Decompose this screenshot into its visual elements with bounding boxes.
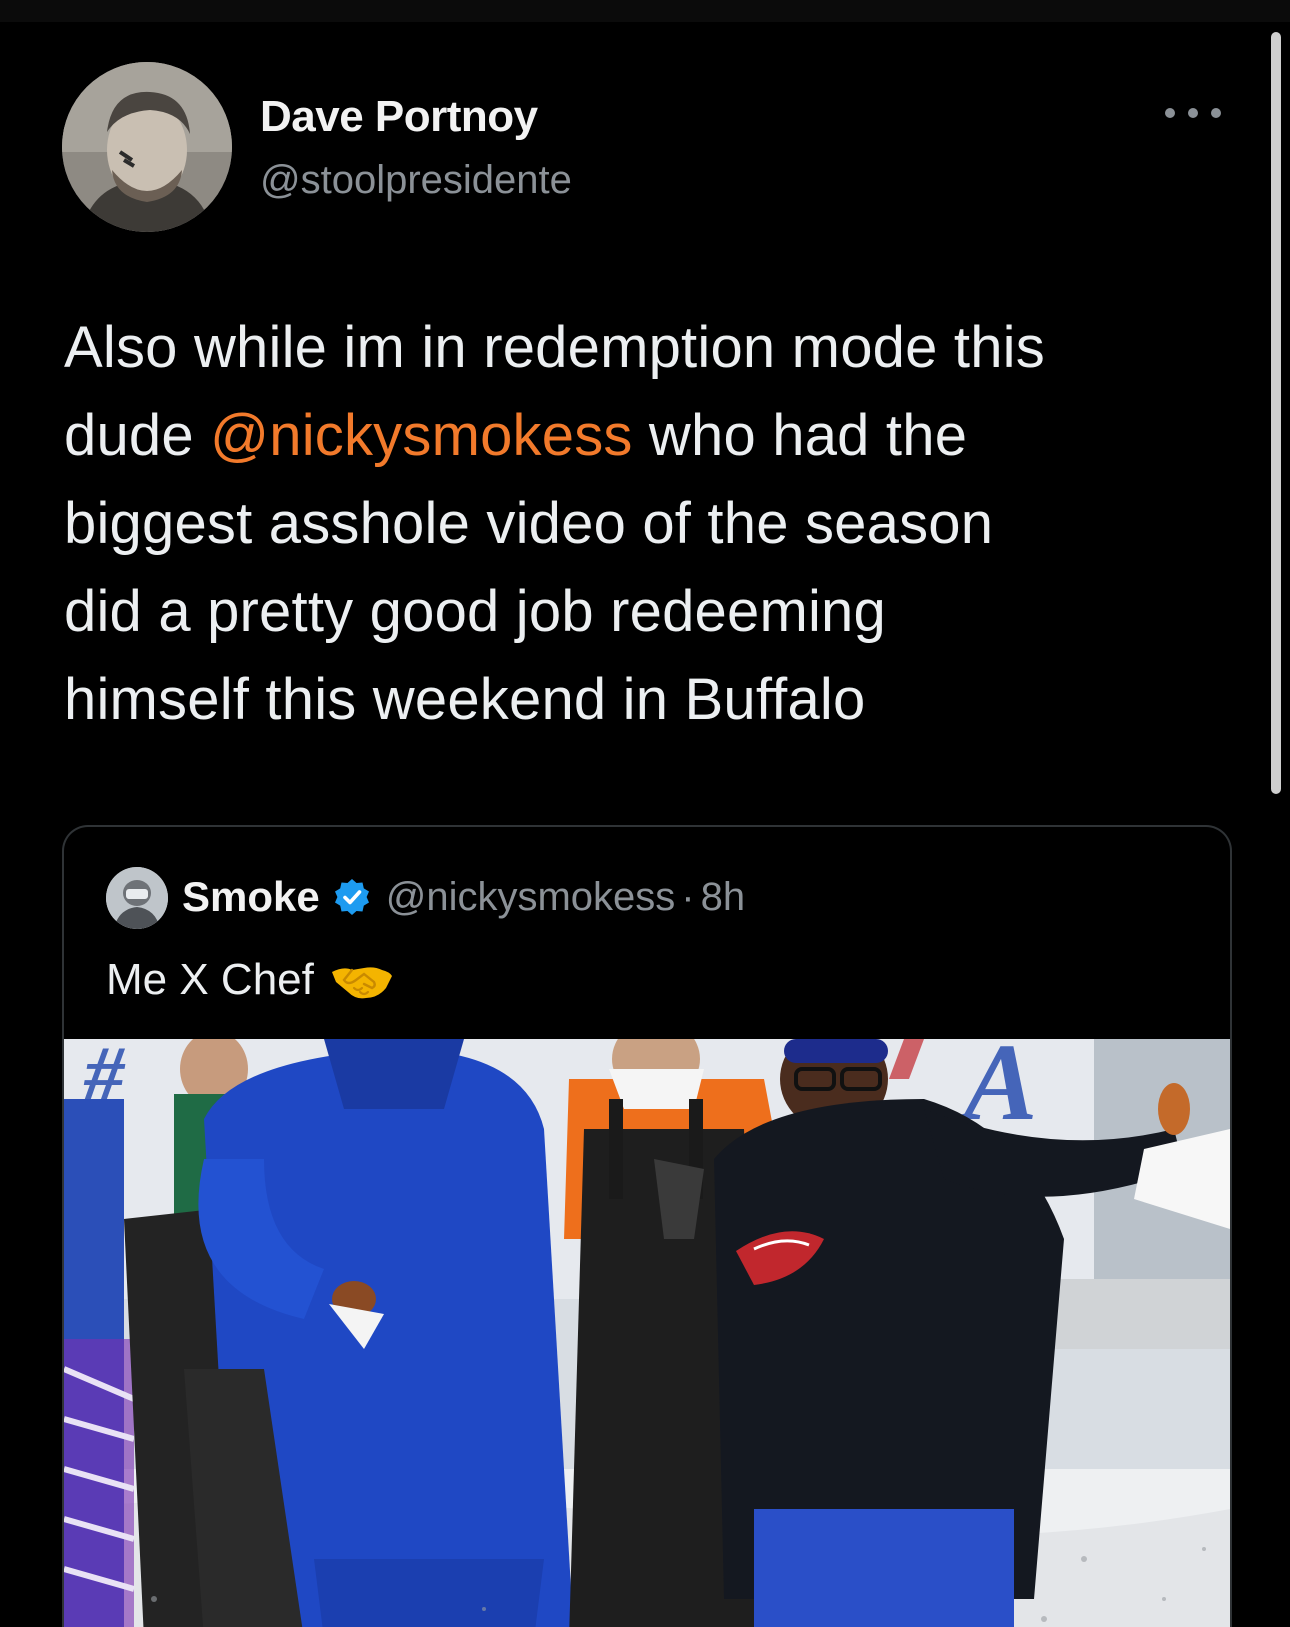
tweet-line: did a pretty good job redeeming: [64, 579, 886, 644]
author-handle[interactable]: @stoolpresidente: [260, 158, 572, 203]
handshake-icon: [330, 958, 394, 1002]
tweet-line-text: dude: [64, 403, 211, 468]
separator-dot: ·: [681, 874, 695, 919]
quoted-author-name[interactable]: Smoke: [182, 873, 320, 921]
quoted-author-avatar[interactable]: [106, 867, 168, 929]
tweet-text: Also while im in redemption mode this du…: [64, 304, 1234, 744]
quoted-tweet-header: Smoke @nickysmokess · 8h: [182, 873, 745, 921]
quoted-tweet-card[interactable]: Smoke @nickysmokess · 8h Me X Chef # A: [62, 825, 1232, 1627]
author-avatar[interactable]: [62, 62, 232, 232]
more-dots-icon[interactable]: [1165, 98, 1221, 128]
quoted-tweet-text: Me X Chef: [106, 955, 394, 1005]
tweet-line: biggest asshole video of the season: [64, 491, 994, 556]
scrollbar[interactable]: [1271, 32, 1281, 794]
quoted-tweet-photo[interactable]: # A: [64, 1039, 1230, 1627]
tweet-line: Also while im in redemption mode this: [64, 315, 1045, 380]
mention-link[interactable]: @nickysmokess: [210, 403, 632, 468]
status-bar: [0, 0, 1290, 22]
quoted-tweet-text-content: Me X Chef: [106, 955, 314, 1004]
quoted-tweet-time[interactable]: 8h: [701, 875, 746, 920]
author-name[interactable]: Dave Portnoy: [260, 92, 538, 142]
quoted-author-handle[interactable]: @nickysmokess: [386, 875, 676, 920]
tweet-line-text: who had the: [632, 403, 968, 468]
verified-badge-icon: [332, 877, 372, 917]
tweet-line: dude @nickysmokess who had the: [64, 392, 1234, 480]
tweet-line: himself this weekend in Buffalo: [64, 667, 866, 732]
